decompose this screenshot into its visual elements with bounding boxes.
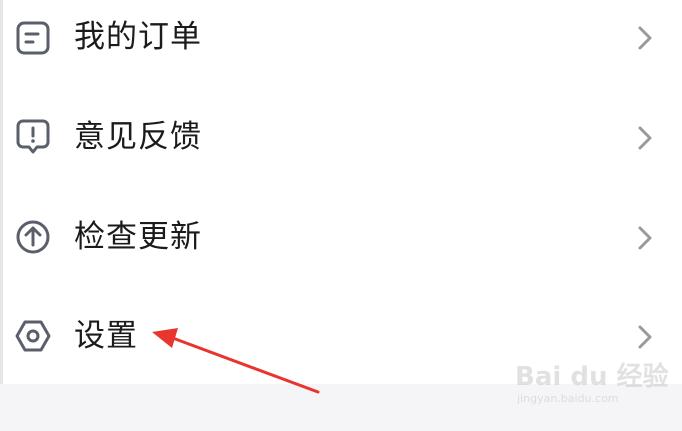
menu-item-label: 意见反馈 <box>74 119 202 155</box>
chevron-right-icon <box>634 323 656 351</box>
order-icon <box>14 19 52 57</box>
chevron-right-icon <box>634 24 656 52</box>
menu-item-label: 我的订单 <box>74 19 202 55</box>
menu-item-label: 设置 <box>74 318 138 354</box>
menu-item-check-update[interactable]: 检查更新 <box>0 187 682 287</box>
feedback-icon <box>14 117 52 155</box>
chevron-right-icon <box>634 224 656 252</box>
menu-item-label: 检查更新 <box>74 219 202 255</box>
settings-icon <box>14 317 52 355</box>
menu-item-orders[interactable]: 我的订单 <box>0 0 682 87</box>
chevron-right-icon <box>634 124 656 152</box>
watermark-logo: Bai du 经验 <box>515 362 669 392</box>
update-icon <box>14 218 52 256</box>
baidu-watermark: Bai du 经验 jingyan.baidu.com <box>515 356 675 416</box>
menu-item-feedback[interactable]: 意见反馈 <box>0 87 682 187</box>
watermark-url: jingyan.baidu.com <box>517 392 619 405</box>
